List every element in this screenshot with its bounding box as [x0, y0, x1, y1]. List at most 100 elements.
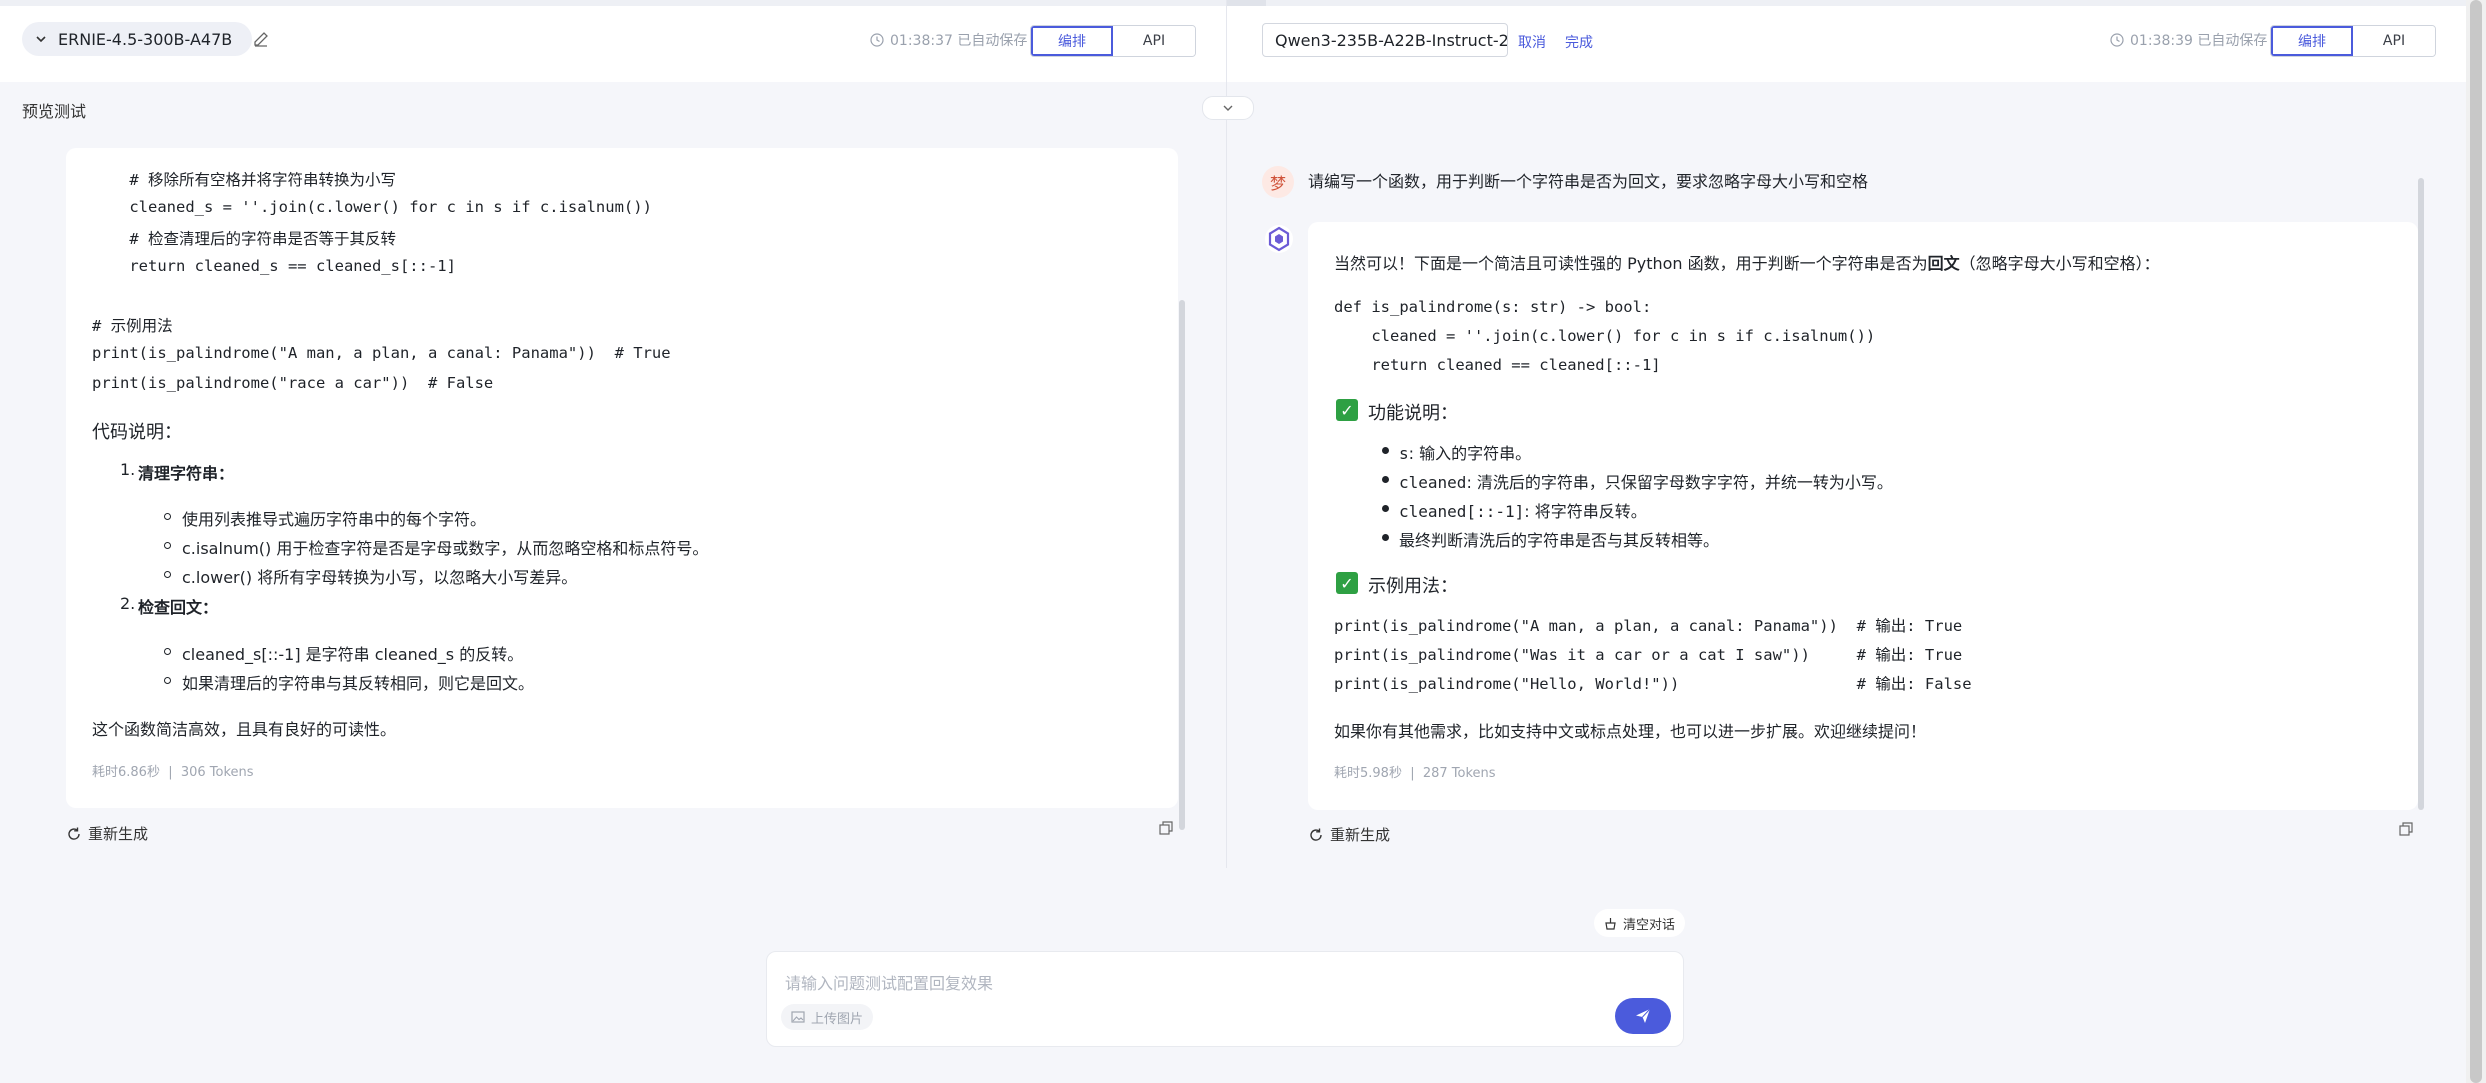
list-bullet — [1382, 534, 1389, 541]
bot-avatar-icon — [1265, 225, 1293, 253]
clock-icon — [2110, 33, 2124, 47]
chevron-down-icon — [1223, 105, 1233, 111]
code-line: print(is_palindrome("race a car")) # Fal… — [92, 374, 494, 392]
func-item-text: : 将字符串反转。 — [1524, 502, 1647, 521]
func-item: s: 输入的字符串。 — [1399, 440, 1531, 464]
cancel-link[interactable]: 取消 — [1518, 32, 1546, 52]
response-meta: 耗时5.98秒 | 287 Tokens — [1334, 766, 1496, 781]
func-item-code: cleaned[::-1] — [1399, 502, 1525, 521]
left-model-selector[interactable]: ERNIE-4.5-300B-A47B — [22, 22, 253, 56]
column-divider — [1226, 0, 1227, 868]
left-save-status: 01:38:37 已自动保存 — [870, 30, 1027, 50]
upload-image-button[interactable]: 上传图片 — [781, 1004, 874, 1030]
right-view-toggle: 编排 API — [2270, 25, 2436, 57]
list-bullet — [164, 513, 171, 520]
refresh-icon — [68, 827, 80, 840]
intro-bold: 回文 — [1927, 254, 1960, 273]
question-input[interactable]: 请输入问题测试配置回复效果 上传图片 — [766, 951, 1684, 1047]
right-tab-api[interactable]: API — [2353, 26, 2435, 56]
section-title: 清理字符串： — [138, 464, 235, 483]
code-line: cleaned = ''.join(c.lower() for c in s i… — [1334, 327, 1876, 345]
right-regenerate-button[interactable]: 重新生成 — [1308, 824, 1390, 845]
page-scrollbar-thumb[interactable] — [2470, 0, 2482, 1083]
func-item-text: : 清洗后的字符串，只保留字母数字字符，并统一转为小写。 — [1466, 473, 1893, 492]
collapse-button[interactable] — [1202, 96, 1254, 120]
intro-text-b: （忽略字母大小写和空格）： — [1959, 254, 2160, 273]
clear-chat-label: 清空对话 — [1623, 917, 1676, 933]
code-line: cleaned_s = ''.join(c.lower() for c in s… — [92, 198, 652, 216]
right-tab-arrange[interactable]: 编排 — [2271, 26, 2353, 56]
func-item-code: cleaned — [1399, 473, 1467, 492]
list-item: c.isalnum() 用于检查字符是否是字母或数字，从而忽略空格和标点符号。 — [182, 539, 709, 558]
func-item-code: s — [1399, 444, 1409, 463]
done-link[interactable]: 完成 — [1565, 32, 1593, 52]
list-bullet — [1382, 476, 1389, 483]
check-mark-icon: ✓ — [1336, 399, 1358, 421]
code-line: # 移除所有空格并将字符串转换为小写 — [92, 171, 396, 189]
code-line: return cleaned == cleaned[::-1] — [1334, 356, 1661, 374]
summary-text: 这个函数简洁高效，且具有良好的可读性。 — [92, 720, 397, 739]
code-line: def is_palindrome(s: str) -> bool: — [1334, 298, 1652, 316]
left-model-name: ERNIE-4.5-300B-A47B — [58, 29, 233, 49]
right-model-name: Qwen3-235B-A22B-Instruct-2 — [1275, 30, 1508, 50]
copy-icon[interactable] — [2398, 821, 2414, 837]
intro-text: 当然可以！下面是一个简洁且可读性强的 Python 函数，用于判断一个字符串是否… — [1334, 250, 2160, 274]
func-item: 最终判断清洗后的字符串是否与其反转相等。 — [1399, 527, 1719, 551]
right-scrollbar[interactable] — [2418, 178, 2424, 810]
response-meta: 耗时6.86秒 | 306 Tokens — [92, 765, 254, 780]
preview-title: 预览测试 — [22, 102, 87, 121]
list-bullet — [164, 571, 171, 578]
left-save-status-text: 01:38:37 已自动保存 — [890, 33, 1028, 49]
send-icon — [1636, 1008, 1651, 1023]
list-bullet — [1382, 447, 1389, 454]
func-item-text: : 输入的字符串。 — [1408, 444, 1532, 463]
left-scrollbar[interactable] — [1179, 300, 1185, 830]
list-item: 如果清理后的字符串与其反转相同，则它是回文。 — [182, 674, 535, 693]
right-save-status: 01:38:39 已自动保存 — [2110, 30, 2267, 50]
code-line: # 检查清理后的字符串是否等于其反转 — [92, 230, 396, 248]
code-line: print(is_palindrome("Hello, World!")) # … — [1334, 675, 1972, 693]
upload-image-label: 上传图片 — [811, 1011, 864, 1027]
copy-icon[interactable] — [1158, 820, 1174, 836]
left-tab-api[interactable]: API — [1113, 26, 1195, 56]
code-line: # 示例用法 — [92, 317, 173, 335]
func-title: 功能说明： — [1368, 403, 1458, 424]
left-view-toggle: 编排 API — [1030, 25, 1196, 57]
func-item: cleaned[::-1]: 将字符串反转。 — [1399, 498, 1647, 522]
code-line: print(is_palindrome("A man, a plan, a ca… — [92, 344, 671, 362]
code-line: return cleaned_s == cleaned_s[::-1] — [92, 257, 456, 275]
usage-title: 示例用法： — [1368, 576, 1458, 597]
edit-icon[interactable] — [252, 30, 270, 48]
clear-chat-button[interactable]: 清空对话 — [1594, 909, 1686, 937]
user-question: 请编写一个函数，用于判断一个字符串是否为回文，要求忽略字母大小写和空格 — [1308, 172, 1869, 191]
chevron-down-icon — [36, 36, 46, 43]
broom-icon — [1605, 917, 1616, 930]
code-line: print(is_palindrome("Was it a car or a c… — [1334, 646, 1963, 664]
tab-indicator — [1226, 0, 1266, 6]
send-button[interactable] — [1615, 998, 1671, 1034]
list-item: c.lower() 将所有字母转换为小写，以忽略大小写差异。 — [182, 568, 578, 587]
closing-text: 如果你有其他需求，比如支持中文或标点处理，也可以进一步扩展。欢迎继续提问！ — [1334, 722, 1927, 741]
refresh-icon — [1310, 828, 1322, 841]
func-item: cleaned: 清洗后的字符串，只保留字母数字字符，并统一转为小写。 — [1399, 469, 1893, 493]
right-model-name-input[interactable]: Qwen3-235B-A22B-Instruct-2 — [1262, 23, 1508, 57]
clock-icon — [870, 33, 884, 47]
list-bullet — [164, 542, 171, 549]
left-tab-arrange[interactable]: 编排 — [1031, 26, 1113, 56]
explain-title: 代码说明： — [92, 422, 182, 443]
list-bullet — [1382, 505, 1389, 512]
top-header — [0, 0, 2466, 82]
section-number: 1. — [120, 460, 136, 479]
regenerate-label: 重新生成 — [1330, 826, 1391, 844]
left-regenerate-button[interactable]: 重新生成 — [66, 823, 148, 844]
section-title: 检查回文： — [138, 598, 219, 617]
right-save-status-text: 01:38:39 已自动保存 — [2130, 33, 2268, 49]
intro-text-a: 当然可以！下面是一个简洁且可读性强的 Python 函数，用于判断一个字符串是否… — [1334, 254, 1928, 273]
list-bullet — [164, 648, 171, 655]
input-placeholder: 请输入问题测试配置回复效果 — [785, 974, 994, 993]
image-icon — [791, 1011, 805, 1023]
list-bullet — [164, 677, 171, 684]
check-mark-icon: ✓ — [1336, 572, 1358, 594]
code-line: print(is_palindrome("A man, a plan, a ca… — [1334, 617, 1963, 635]
list-item: 使用列表推导式遍历字符串中的每个字符。 — [182, 510, 487, 529]
